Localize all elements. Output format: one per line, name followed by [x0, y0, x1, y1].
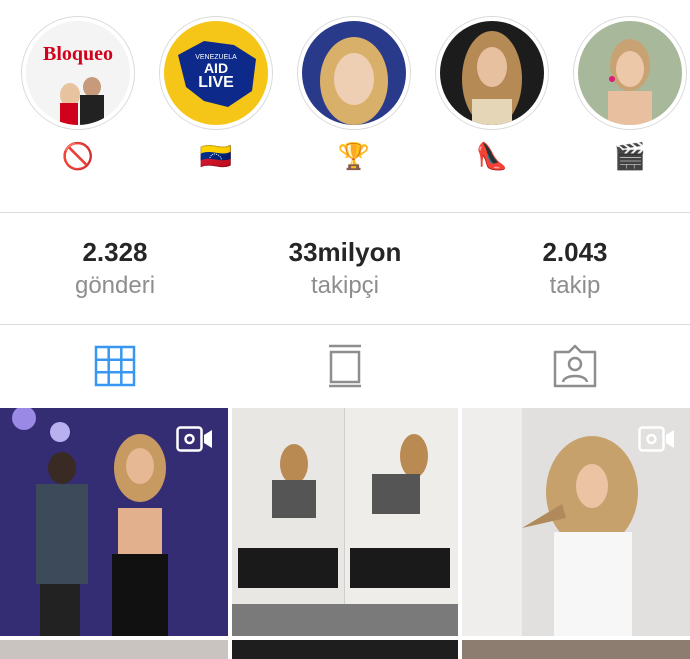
- svg-text:LIVE: LIVE: [198, 74, 234, 91]
- posts-label: gönderi: [74, 272, 156, 299]
- followers-stat[interactable]: 33milyon takipçi: [230, 237, 460, 301]
- igtv-icon: [329, 344, 361, 388]
- portrait-art: [320, 37, 388, 125]
- tagged-icon: [553, 344, 597, 388]
- highlight-ring: [573, 16, 687, 130]
- following-count: 2.043: [542, 237, 608, 267]
- post-image: [232, 408, 458, 636]
- followers-label: takipçi: [310, 272, 380, 299]
- highlight-ring: [297, 16, 411, 130]
- highlight-ring: VENEZUELA AID LIVE: [159, 16, 273, 130]
- highlight-trophy[interactable]: 🏆: [297, 16, 411, 172]
- highlight-thumbnail: Bloqueo: [26, 21, 130, 125]
- tab-grid[interactable]: [90, 341, 140, 391]
- highlight-thumbnail: VENEZUELA AID LIVE: [164, 21, 268, 125]
- highlight-thumbnail: [578, 21, 682, 125]
- highlight-clapper[interactable]: 🎬: [573, 16, 687, 172]
- video-icon: [638, 426, 674, 452]
- video-icon: [176, 426, 212, 452]
- post-thumbnail[interactable]: [232, 640, 458, 659]
- tab-igtv[interactable]: [320, 341, 370, 391]
- followers-count: 33milyon: [288, 237, 402, 267]
- portrait-art: [462, 31, 522, 125]
- post-thumbnail[interactable]: [462, 640, 690, 659]
- posts-count: 2.328: [82, 237, 148, 267]
- highlight-emoji: 🇻🇪: [199, 142, 233, 172]
- venezuela-map-art: VENEZUELA AID LIVE: [178, 41, 256, 107]
- post-thumbnail[interactable]: [462, 408, 690, 636]
- highlight-emoji: 👠: [475, 142, 509, 172]
- highlight-thumbnail: [302, 21, 406, 125]
- highlight-ring: Bloqueo: [21, 16, 135, 130]
- post-thumbnail[interactable]: [232, 408, 458, 636]
- post-thumbnail[interactable]: [0, 640, 228, 659]
- highlight-thumbnail: [440, 21, 544, 125]
- posts-grid: [0, 408, 690, 659]
- highlight-ring: [435, 16, 549, 130]
- profile-stats: 2.328 gönderi 33milyon takipçi 2.043 tak…: [0, 213, 690, 323]
- grid-icon: [94, 345, 136, 387]
- post-thumbnail[interactable]: [0, 408, 228, 636]
- following-stat[interactable]: 2.043 takip: [460, 237, 690, 301]
- following-label: takip: [549, 272, 601, 299]
- tab-tagged[interactable]: [550, 341, 600, 391]
- posts-stat[interactable]: 2.328 gönderi: [0, 237, 230, 301]
- highlight-emoji: 🎬: [613, 142, 647, 172]
- story-highlights-row: Bloqueo 🚫 VENEZUELA AID LIVE 🇻🇪 🏆 👠 🎬: [0, 0, 690, 212]
- profile-tabs: [0, 325, 690, 407]
- highlight-aid-live[interactable]: VENEZUELA AID LIVE 🇻🇪: [159, 16, 273, 172]
- highlight-bloqueo-art: [60, 77, 104, 125]
- highlight-emoji: 🏆: [337, 142, 371, 172]
- portrait-art: [608, 39, 652, 125]
- highlight-emoji: 🚫: [61, 142, 95, 172]
- highlight-heel[interactable]: 👠: [435, 16, 549, 172]
- highlight-bloqueo[interactable]: Bloqueo 🚫: [21, 16, 135, 172]
